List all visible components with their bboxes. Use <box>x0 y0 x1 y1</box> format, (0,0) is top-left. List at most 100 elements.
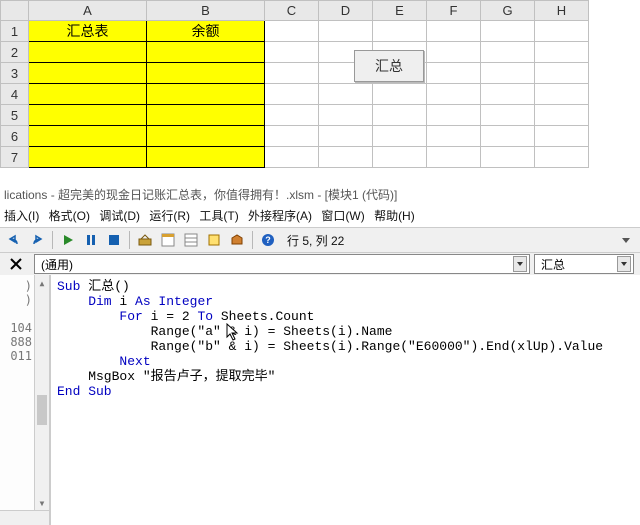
cell-B1[interactable]: 余额 <box>147 21 265 42</box>
cell-A1[interactable]: 汇总表 <box>29 21 147 42</box>
project-explorer-icon[interactable] <box>158 230 178 250</box>
col-header-G[interactable]: G <box>481 1 535 21</box>
code-editor[interactable]: Sub 汇总() Dim i As Integer For i = 2 To S… <box>50 275 640 525</box>
menu-window[interactable]: 窗口(W) <box>321 209 364 223</box>
cell-G1[interactable] <box>481 21 535 42</box>
cell-C6[interactable] <box>265 126 319 147</box>
cell-A7[interactable] <box>29 147 147 168</box>
cell-G6[interactable] <box>481 126 535 147</box>
row-header-3[interactable]: 3 <box>1 63 29 84</box>
cell-C1[interactable] <box>265 21 319 42</box>
cell-F7[interactable] <box>427 147 481 168</box>
cell-H4[interactable] <box>535 84 589 105</box>
row-header-4[interactable]: 4 <box>1 84 29 105</box>
cell-F6[interactable] <box>427 126 481 147</box>
cell-B4[interactable] <box>147 84 265 105</box>
select-all-corner[interactable] <box>1 1 29 21</box>
help-icon[interactable]: ? <box>258 230 278 250</box>
cell-G7[interactable] <box>481 147 535 168</box>
toolbox-icon[interactable] <box>227 230 247 250</box>
cell-F1[interactable] <box>427 21 481 42</box>
cell-C7[interactable] <box>265 147 319 168</box>
row-header-1[interactable]: 1 <box>1 21 29 42</box>
col-header-B[interactable]: B <box>147 1 265 21</box>
cell-E7[interactable] <box>373 147 427 168</box>
pause-icon[interactable] <box>81 230 101 250</box>
cell-E5[interactable] <box>373 105 427 126</box>
left-pane-hscroll[interactable] <box>0 510 49 525</box>
cell-G4[interactable] <box>481 84 535 105</box>
cell-D1[interactable] <box>319 21 373 42</box>
cell-F2[interactable] <box>427 42 481 63</box>
cell-D5[interactable] <box>319 105 373 126</box>
menu-run[interactable]: 运行(R) <box>149 209 190 223</box>
col-header-E[interactable]: E <box>373 1 427 21</box>
cell-B7[interactable] <box>147 147 265 168</box>
cell-B2[interactable] <box>147 42 265 63</box>
cell-D6[interactable] <box>319 126 373 147</box>
cell-H2[interactable] <box>535 42 589 63</box>
cell-C4[interactable] <box>265 84 319 105</box>
cell-G3[interactable] <box>481 63 535 84</box>
col-header-A[interactable]: A <box>29 1 147 21</box>
toolbar-dropdown-icon[interactable] <box>616 230 636 250</box>
cell-G5[interactable] <box>481 105 535 126</box>
cell-B3[interactable] <box>147 63 265 84</box>
row-header-7[interactable]: 7 <box>1 147 29 168</box>
cell-C2[interactable] <box>265 42 319 63</box>
menu-help[interactable]: 帮助(H) <box>374 209 415 223</box>
cell-H3[interactable] <box>535 63 589 84</box>
undo-icon[interactable] <box>4 230 24 250</box>
cell-D4[interactable] <box>319 84 373 105</box>
left-pane-scrollbar[interactable]: ▴ ▾ <box>34 275 49 525</box>
col-header-C[interactable]: C <box>265 1 319 21</box>
col-header-F[interactable]: F <box>427 1 481 21</box>
cell-F3[interactable] <box>427 63 481 84</box>
cell-H6[interactable] <box>535 126 589 147</box>
cell-H7[interactable] <box>535 147 589 168</box>
cell-A2[interactable] <box>29 42 147 63</box>
cell-B5[interactable] <box>147 105 265 126</box>
design-mode-icon[interactable] <box>135 230 155 250</box>
cell-F5[interactable] <box>427 105 481 126</box>
scroll-up-icon[interactable]: ▴ <box>35 275 49 290</box>
stop-icon[interactable] <box>104 230 124 250</box>
run-icon[interactable] <box>58 230 78 250</box>
cell-D7[interactable] <box>319 147 373 168</box>
menu-tools[interactable]: 工具(T) <box>199 209 238 223</box>
cell-A4[interactable] <box>29 84 147 105</box>
object-dropdown[interactable]: (通用) <box>34 254 530 274</box>
procedure-dropdown[interactable]: 汇总 <box>534 254 634 274</box>
cell-A6[interactable] <box>29 126 147 147</box>
row-header-6[interactable]: 6 <box>1 126 29 147</box>
row-header-5[interactable]: 5 <box>1 105 29 126</box>
cell-C5[interactable] <box>265 105 319 126</box>
cell-F4[interactable] <box>427 84 481 105</box>
cell-A5[interactable] <box>29 105 147 126</box>
cell-E1[interactable] <box>373 21 427 42</box>
col-header-H[interactable]: H <box>535 1 589 21</box>
vba-toolbar: ? 行 5, 列 22 <box>0 227 640 253</box>
menu-insert[interactable]: 插入(I) <box>4 209 39 223</box>
cell-E6[interactable] <box>373 126 427 147</box>
menu-addins[interactable]: 外接程序(A) <box>248 209 312 223</box>
close-pane-icon[interactable] <box>0 253 32 275</box>
summary-button[interactable]: 汇总 <box>354 50 424 82</box>
cell-H5[interactable] <box>535 105 589 126</box>
scroll-thumb[interactable] <box>37 395 47 425</box>
scroll-down-icon[interactable]: ▾ <box>35 495 49 510</box>
col-header-D[interactable]: D <box>319 1 373 21</box>
properties-icon[interactable] <box>181 230 201 250</box>
menu-debug[interactable]: 调试(D) <box>99 209 140 223</box>
cell-E4[interactable] <box>373 84 427 105</box>
left-pane: ) ) 104 888 011 ▴ ▾ <box>0 275 50 525</box>
object-browser-icon[interactable] <box>204 230 224 250</box>
row-header-2[interactable]: 2 <box>1 42 29 63</box>
cell-C3[interactable] <box>265 63 319 84</box>
cell-A3[interactable] <box>29 63 147 84</box>
cell-B6[interactable] <box>147 126 265 147</box>
menu-format[interactable]: 格式(O) <box>49 209 90 223</box>
cell-G2[interactable] <box>481 42 535 63</box>
cell-H1[interactable] <box>535 21 589 42</box>
redo-icon[interactable] <box>27 230 47 250</box>
